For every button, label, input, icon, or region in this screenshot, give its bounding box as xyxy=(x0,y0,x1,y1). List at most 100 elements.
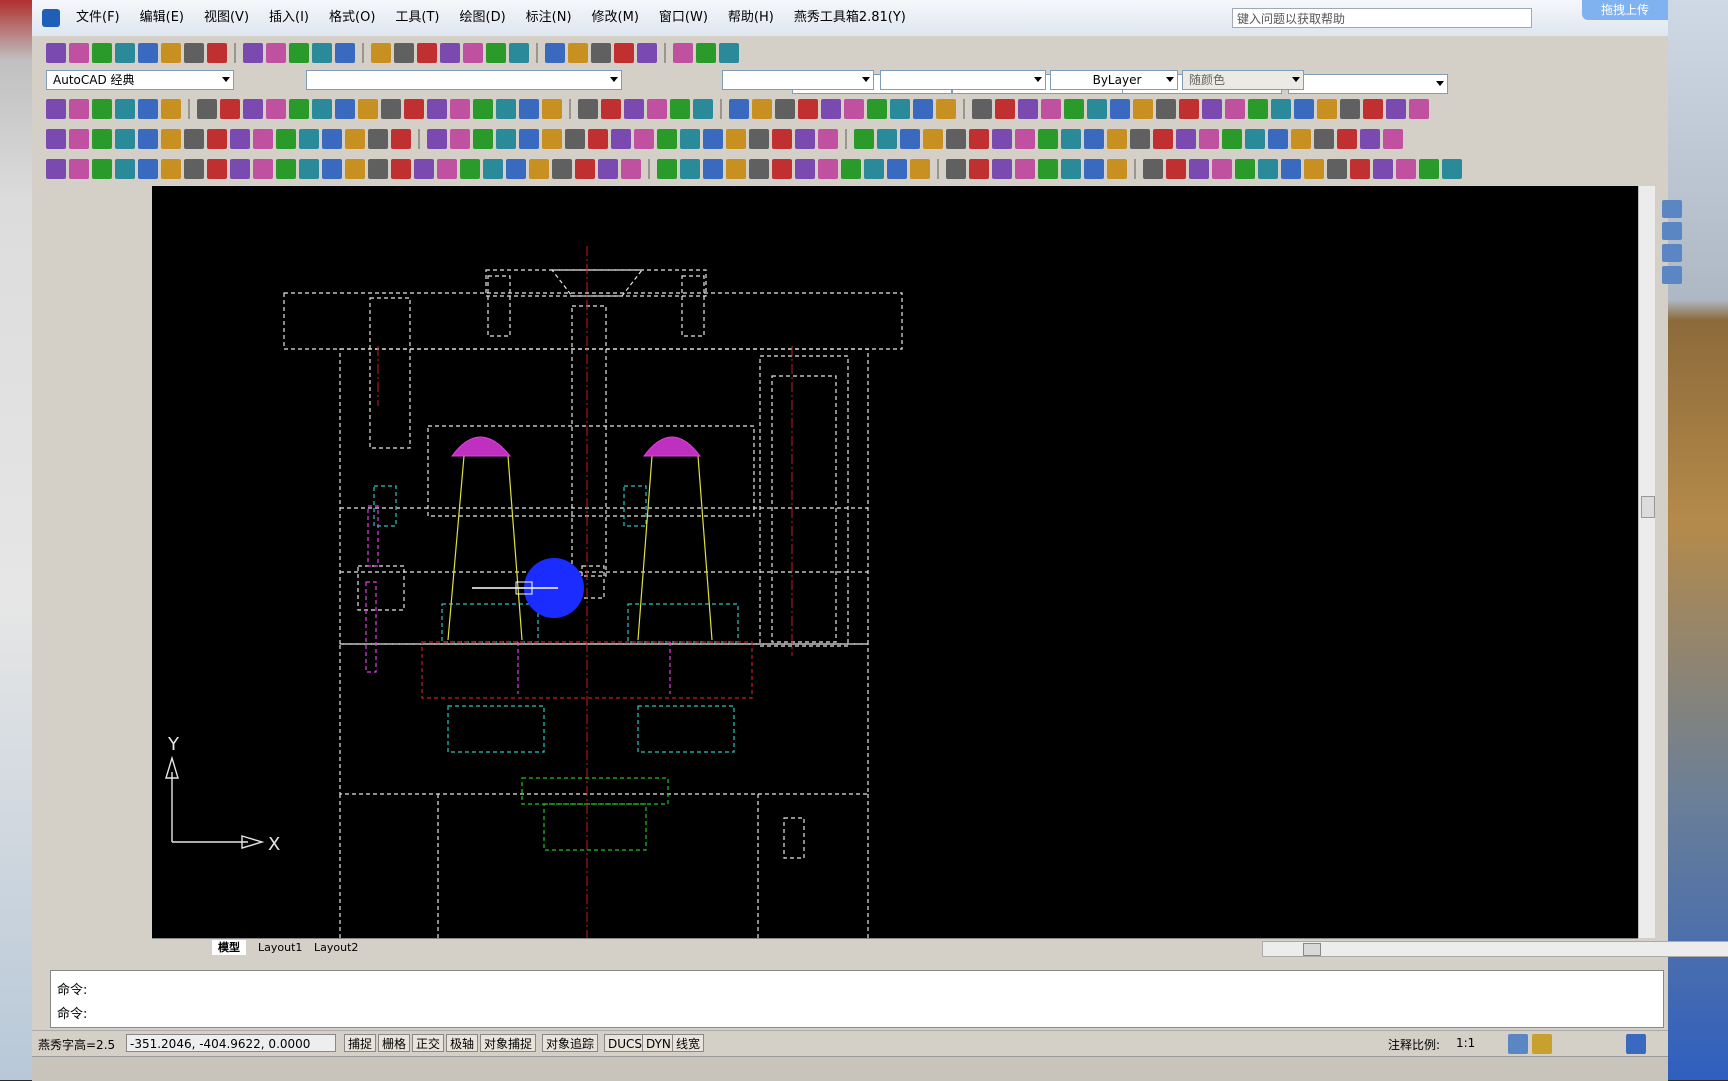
plugin-c-tool-icon[interactable] xyxy=(1350,159,1370,179)
standard-tool-icon[interactable] xyxy=(463,43,483,63)
drawing-canvas[interactable]: Y X xyxy=(152,186,1638,938)
plugin-a-tool-icon[interactable] xyxy=(197,99,217,119)
standard-tool-icon[interactable] xyxy=(440,43,460,63)
plugin-a-tool-icon[interactable] xyxy=(92,99,112,119)
standard-tool-icon[interactable] xyxy=(115,43,135,63)
plugin-a-tool-icon[interactable] xyxy=(473,99,493,119)
standard-tool-icon[interactable] xyxy=(568,43,588,63)
plugin-b-tool-icon[interactable] xyxy=(1061,129,1081,149)
plugin-a-tool-icon[interactable] xyxy=(1133,99,1153,119)
plugin-b-tool-icon[interactable] xyxy=(1107,129,1127,149)
standard-tool-icon[interactable] xyxy=(243,43,263,63)
annotation-scale-value[interactable]: 1:1 xyxy=(1456,1036,1475,1050)
plugin-a-tool-icon[interactable] xyxy=(775,99,795,119)
standard-tool-icon[interactable] xyxy=(266,43,286,63)
app-icon[interactable] xyxy=(42,9,60,27)
plugin-b-tool-icon[interactable] xyxy=(519,129,539,149)
plugin-b-tool-icon[interactable] xyxy=(1015,129,1035,149)
plugin-b-tool-icon[interactable] xyxy=(207,129,227,149)
plugin-c-tool-icon[interactable] xyxy=(795,159,815,179)
command-prompt[interactable]: 命令: xyxy=(57,1003,87,1022)
plugin-a-tool-icon[interactable] xyxy=(69,99,89,119)
standard-tool-icon[interactable] xyxy=(509,43,529,63)
plugin-c-tool-icon[interactable] xyxy=(575,159,595,179)
plugin-a-tool-icon[interactable] xyxy=(578,99,598,119)
plugin-c-tool-icon[interactable] xyxy=(506,159,526,179)
plugin-a-tool-icon[interactable] xyxy=(519,99,539,119)
standard-tool-icon[interactable] xyxy=(289,43,309,63)
standard-tool-icon[interactable] xyxy=(614,43,634,63)
plugin-b-tool-icon[interactable] xyxy=(749,129,769,149)
plugin-c-tool-icon[interactable] xyxy=(1084,159,1104,179)
plugin-b-tool-icon[interactable] xyxy=(588,129,608,149)
plugin-a-tool-icon[interactable] xyxy=(601,99,621,119)
plugin-a-tool-icon[interactable] xyxy=(1087,99,1107,119)
plugin-b-tool-icon[interactable] xyxy=(634,129,654,149)
plugin-b-tool-icon[interactable] xyxy=(1038,129,1058,149)
plugin-a-tool-icon[interactable] xyxy=(1248,99,1268,119)
plugin-a-tool-icon[interactable] xyxy=(138,99,158,119)
menu-window[interactable]: 窗口(W) xyxy=(649,9,718,27)
plugin-b-tool-icon[interactable] xyxy=(345,129,365,149)
menu-help[interactable]: 帮助(H) xyxy=(718,9,784,27)
plugin-a-tool-icon[interactable] xyxy=(1179,99,1199,119)
plugin-c-tool-icon[interactable] xyxy=(910,159,930,179)
standard-tool-icon[interactable] xyxy=(161,43,181,63)
plugin-c-tool-icon[interactable] xyxy=(207,159,227,179)
plugin-b-tool-icon[interactable] xyxy=(703,129,723,149)
plugin-a-tool-icon[interactable] xyxy=(115,99,135,119)
plugin-a-tool-icon[interactable] xyxy=(542,99,562,119)
plugin-c-tool-icon[interactable] xyxy=(1166,159,1186,179)
plugin-c-tool-icon[interactable] xyxy=(946,159,966,179)
plugin-c-tool-icon[interactable] xyxy=(437,159,457,179)
plugin-c-tool-icon[interactable] xyxy=(161,159,181,179)
plugin-a-tool-icon[interactable] xyxy=(381,99,401,119)
plugin-c-tool-icon[interactable] xyxy=(992,159,1012,179)
plugin-a-tool-icon[interactable] xyxy=(1409,99,1429,119)
plugin-c-tool-icon[interactable] xyxy=(483,159,503,179)
plugin-b-tool-icon[interactable] xyxy=(230,129,250,149)
plugin-b-tool-icon[interactable] xyxy=(1291,129,1311,149)
plugin-a-tool-icon[interactable] xyxy=(867,99,887,119)
plugin-b-tool-icon[interactable] xyxy=(1360,129,1380,149)
plugin-b-tool-icon[interactable] xyxy=(1314,129,1334,149)
plugin-b-tool-icon[interactable] xyxy=(322,129,342,149)
plugin-c-tool-icon[interactable] xyxy=(1235,159,1255,179)
plugin-c-tool-icon[interactable] xyxy=(680,159,700,179)
plugin-b-tool-icon[interactable] xyxy=(854,129,874,149)
standard-tool-icon[interactable] xyxy=(486,43,506,63)
plugin-a-tool-icon[interactable] xyxy=(821,99,841,119)
plugin-a-tool-icon[interactable] xyxy=(266,99,286,119)
menu-insert[interactable]: 插入(I) xyxy=(259,9,319,27)
plugin-a-tool-icon[interactable] xyxy=(161,99,181,119)
plugin-c-tool-icon[interactable] xyxy=(1189,159,1209,179)
plugin-c-tool-icon[interactable] xyxy=(230,159,250,179)
standard-tool-icon[interactable] xyxy=(92,43,112,63)
plugin-b-tool-icon[interactable] xyxy=(680,129,700,149)
upload-badge[interactable]: 拖拽上传 xyxy=(1582,0,1668,20)
plugin-b-tool-icon[interactable] xyxy=(138,129,158,149)
plugin-c-tool-icon[interactable] xyxy=(1442,159,1462,179)
plugin-c-tool-icon[interactable] xyxy=(69,159,89,179)
plugin-b-tool-icon[interactable] xyxy=(611,129,631,149)
dyn-toggle[interactable]: DYN xyxy=(642,1034,675,1052)
plugin-b-tool-icon[interactable] xyxy=(1176,129,1196,149)
plugin-c-tool-icon[interactable] xyxy=(1396,159,1416,179)
plugin-c-tool-icon[interactable] xyxy=(299,159,319,179)
command-window[interactable]: 命令: 命令: xyxy=(50,970,1664,1028)
layer-select[interactable] xyxy=(306,70,622,90)
plugin-b-tool-icon[interactable] xyxy=(1245,129,1265,149)
plugin-b-tool-icon[interactable] xyxy=(726,129,746,149)
annotation-visibility-icon[interactable] xyxy=(1508,1034,1528,1054)
standard-tool-icon[interactable] xyxy=(591,43,611,63)
plugin-c-tool-icon[interactable] xyxy=(657,159,677,179)
plugin-c-tool-icon[interactable] xyxy=(1373,159,1393,179)
ducs-toggle[interactable]: DUCS xyxy=(604,1034,647,1052)
otrack-toggle[interactable]: 对象追踪 xyxy=(542,1034,599,1052)
plugin-a-tool-icon[interactable] xyxy=(1110,99,1130,119)
plugin-a-tool-icon[interactable] xyxy=(404,99,424,119)
plugin-a-tool-icon[interactable] xyxy=(890,99,910,119)
plugin-c-tool-icon[interactable] xyxy=(598,159,618,179)
plugin-a-tool-icon[interactable] xyxy=(844,99,864,119)
plugin-c-tool-icon[interactable] xyxy=(1015,159,1035,179)
